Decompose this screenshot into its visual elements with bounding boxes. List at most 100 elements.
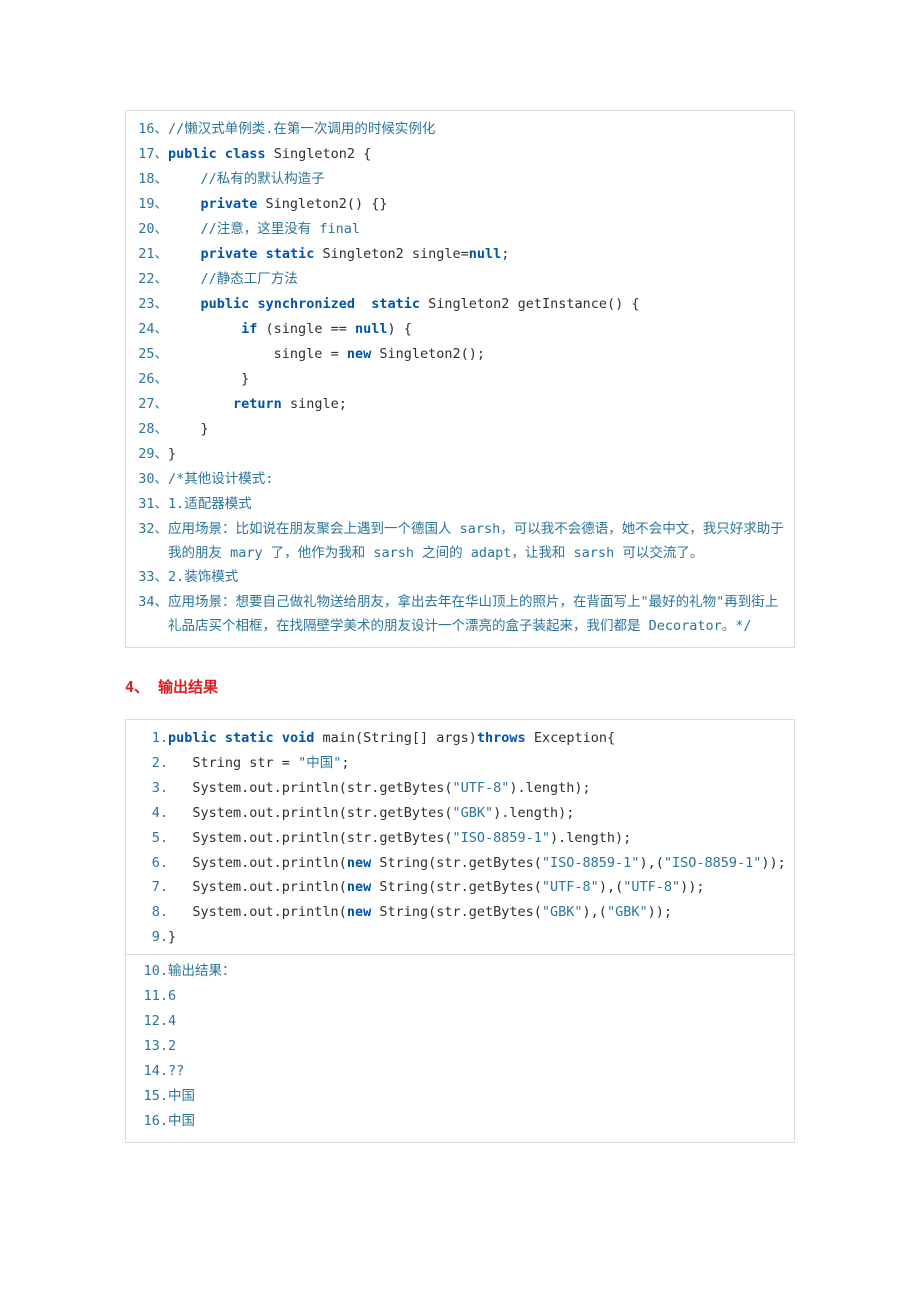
line-number: 18、 [134,167,168,192]
code-content: return single; [168,392,786,417]
code-content: public synchronized static Singleton2 ge… [168,292,786,317]
code-content: 应用场景：比如说在朋友聚会上遇到一个德国人 sarsh，可以我不会德语，她不会中… [168,517,786,566]
line-number: 8. [134,900,168,925]
line-number: 31、 [134,492,168,517]
code-content: } [168,417,786,442]
code-line: 10.输出结果： [134,959,786,984]
line-number: 11. [134,984,168,1009]
code-line: 6. System.out.println(new String(str.get… [134,851,786,876]
line-number: 26、 [134,367,168,392]
code-block-singleton: 16、//懒汉式单例类.在第一次调用的时候实例化17、public class … [125,110,795,648]
line-number: 34、 [134,590,168,615]
line-number: 16、 [134,117,168,142]
code-content: 4 [168,1009,786,1034]
code-line: 32、应用场景：比如说在朋友聚会上遇到一个德国人 sarsh，可以我不会德语，她… [134,517,786,566]
code-line: 19、 private Singleton2() {} [134,192,786,217]
code-line: 4. System.out.println(str.getBytes("GBK"… [134,801,786,826]
code-content: ?? [168,1059,786,1084]
code-content: //静态工厂方法 [168,267,786,292]
line-number: 29、 [134,442,168,467]
code-line: 17、public class Singleton2 { [134,142,786,167]
line-number: 6. [134,851,168,876]
code-content: private static Singleton2 single=null; [168,242,786,267]
code-line: 27、 return single; [134,392,786,417]
code-content: System.out.println(new String(str.getByt… [168,900,786,925]
line-number: 14. [134,1059,168,1084]
code-line: 26、 } [134,367,786,392]
code-block-output: 1.public static void main(String[] args)… [125,719,795,1144]
line-number: 32、 [134,517,168,542]
code-line: 23、 public synchronized static Singleton… [134,292,786,317]
code-content: } [168,442,786,467]
code-line: 22、 //静态工厂方法 [134,267,786,292]
line-number: 3. [134,776,168,801]
code-content: 应用场景：想要自己做礼物送给朋友，拿出去年在华山顶上的照片，在背面写上"最好的礼… [168,590,786,639]
code-line: 25、 single = new Singleton2(); [134,342,786,367]
line-number: 24、 [134,317,168,342]
code-content: public class Singleton2 { [168,142,786,167]
line-number: 15. [134,1084,168,1109]
code-content: single = new Singleton2(); [168,342,786,367]
line-number: 16. [134,1109,168,1134]
line-number: 7. [134,875,168,900]
line-number: 9. [134,925,168,950]
line-number: 12. [134,1009,168,1034]
code-line: 15.中国 [134,1084,786,1109]
line-number: 27、 [134,392,168,417]
code-line: 30、/*其他设计模式: [134,467,786,492]
code-line: 1.public static void main(String[] args)… [134,726,786,751]
code-line: 11.6 [134,984,786,1009]
line-number: 17、 [134,142,168,167]
code-line: 24、 if (single == null) { [134,317,786,342]
line-number: 21、 [134,242,168,267]
code-content: System.out.println(str.getBytes("UTF-8")… [168,776,786,801]
code-content: 2 [168,1034,786,1059]
line-number: 22、 [134,267,168,292]
code-line: 33、2.装饰模式 [134,565,786,590]
code-line: 34、应用场景：想要自己做礼物送给朋友，拿出去年在华山顶上的照片，在背面写上"最… [134,590,786,639]
line-number: 13. [134,1034,168,1059]
code-line: 16、//懒汉式单例类.在第一次调用的时候实例化 [134,117,786,142]
code-content: } [168,925,786,950]
code-line: 16.中国 [134,1109,786,1134]
code-line: 9.} [134,925,786,950]
section-heading: 4、 输出结果 [125,676,795,697]
code-content: if (single == null) { [168,317,786,342]
code-content: System.out.println(str.getBytes("GBK").l… [168,801,786,826]
code-line: 14.?? [134,1059,786,1084]
code-content: 中国 [168,1109,786,1134]
line-number: 2. [134,751,168,776]
line-number: 30、 [134,467,168,492]
code-line: 18、 //私有的默认构造子 [134,167,786,192]
code-line: 31、1.适配器模式 [134,492,786,517]
code-content: private Singleton2() {} [168,192,786,217]
code-line: 8. System.out.println(new String(str.get… [134,900,786,925]
line-number: 19、 [134,192,168,217]
line-number: 20、 [134,217,168,242]
code-content: String str = "中国"; [168,751,786,776]
code-line: 13.2 [134,1034,786,1059]
code-content: //懒汉式单例类.在第一次调用的时候实例化 [168,117,786,142]
code-content: 输出结果： [168,959,786,984]
code-content: public static void main(String[] args)th… [168,726,786,751]
line-number: 28、 [134,417,168,442]
line-number: 25、 [134,342,168,367]
code-content: 2.装饰模式 [168,565,786,590]
code-content: System.out.println(new String(str.getByt… [168,851,786,876]
code-line: 5. System.out.println(str.getBytes("ISO-… [134,826,786,851]
code-line: 29、} [134,442,786,467]
code-content: 1.适配器模式 [168,492,786,517]
line-number: 23、 [134,292,168,317]
code-content: //注意，这里没有 final [168,217,786,242]
code-line: 20、 //注意，这里没有 final [134,217,786,242]
line-number: 1. [134,726,168,751]
code-line: 2. String str = "中国"; [134,751,786,776]
code-content: System.out.println(new String(str.getByt… [168,875,786,900]
code-line: 12.4 [134,1009,786,1034]
code-content: //私有的默认构造子 [168,167,786,192]
code-line: 21、 private static Singleton2 single=nul… [134,242,786,267]
line-number: 5. [134,826,168,851]
line-number: 10. [134,959,168,984]
code-content: 6 [168,984,786,1009]
code-line: 28、 } [134,417,786,442]
